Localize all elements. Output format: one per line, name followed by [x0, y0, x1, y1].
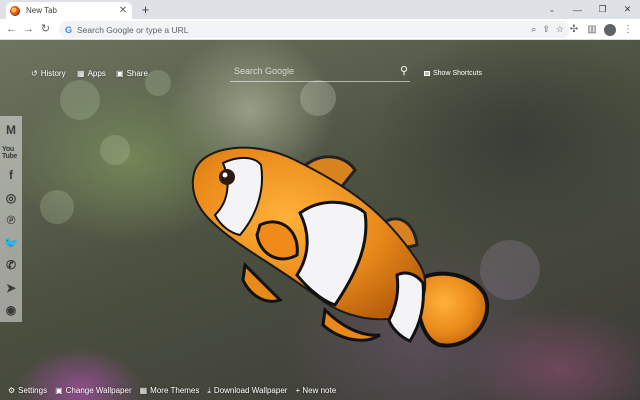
minimize-button[interactable]: — [565, 0, 590, 19]
gear-icon: ⚙ [8, 386, 16, 395]
history-button[interactable]: ↺ History [31, 69, 66, 78]
whatsapp-icon[interactable]: ✆ [2, 254, 20, 277]
zoom-search-icon[interactable]: ⌕ [531, 24, 536, 35]
history-clock-icon: ↺ [31, 69, 38, 78]
facebook-icon[interactable]: f [2, 164, 20, 187]
more-themes-button[interactable]: ▦ More Themes [140, 386, 200, 395]
history-label: History [40, 69, 66, 78]
image-icon: ▣ [55, 386, 63, 395]
reload-icon[interactable]: ↻ [38, 22, 53, 37]
tab-title: New Tab [26, 6, 57, 15]
google-search-input[interactable] [230, 62, 390, 80]
apps-label: Apps [87, 69, 106, 78]
forward-arrow-icon[interactable]: → [21, 22, 36, 37]
toolbar-right: ✣ ▥ ⋮ [568, 22, 634, 37]
gmail-icon[interactable]: M [2, 119, 20, 142]
omnibox-input[interactable] [77, 24, 458, 35]
pinterest-icon[interactable]: ℗ [2, 209, 20, 232]
close-window-button[interactable]: ✕ [615, 0, 640, 19]
profile-avatar-icon[interactable] [604, 23, 616, 36]
bokeh-light [300, 80, 336, 116]
apps-button[interactable]: ▦ Apps [77, 69, 106, 78]
new-note-button[interactable]: + New note [295, 386, 336, 395]
show-shortcuts-label: Show Shortcuts [433, 70, 483, 77]
change-wallpaper-label: Change Wallpaper [65, 386, 132, 395]
share-box-icon: ▣ [116, 69, 124, 78]
back-arrow-icon[interactable]: ← [4, 22, 19, 37]
new-tab-favicon-icon [10, 5, 20, 16]
side-panel-icon[interactable]: ▥ [586, 24, 598, 35]
tab-search-chevron-icon[interactable]: ⌄ [544, 0, 560, 19]
share-label: Share [126, 69, 148, 78]
download-wallpaper-button[interactable]: ⤓ Download Wallpaper [207, 386, 287, 396]
bokeh-light [100, 135, 130, 165]
menu-kebab-icon[interactable]: ⋮ [622, 24, 634, 35]
bokeh-light [40, 190, 74, 224]
download-icon: ⤓ [207, 385, 211, 395]
apps-grid-icon: ▦ [77, 69, 85, 78]
settings-label: Settings [18, 386, 48, 395]
shortcuts-box-icon [424, 71, 430, 76]
omnibox-actions: ⌕ ⇪ ☆ [531, 21, 564, 38]
bookmark-star-icon[interactable]: ☆ [556, 24, 564, 35]
show-shortcuts-button[interactable]: Show Shortcuts [424, 70, 482, 77]
search-icon[interactable]: ⚲ [400, 64, 408, 77]
restore-button[interactable]: ❐ [590, 0, 615, 19]
new-note-label: + New note [295, 386, 337, 395]
browser-toolbar: ← → ↻ G ⌕ ⇪ ☆ ✣ ▥ ⋮ [0, 19, 640, 40]
change-wallpaper-button[interactable]: ▣ Change Wallpaper [55, 386, 132, 395]
bokeh-light [145, 70, 171, 96]
omnibox[interactable]: G ⌕ ⇪ ☆ [59, 21, 570, 38]
clownfish-wallpaper [191, 146, 490, 348]
youtube-icon[interactable]: You Tube [2, 142, 20, 165]
new-tab-page: ↺ History ▦ Apps ▣ Share ⚲ Show Shortcut… [0, 40, 640, 400]
download-wallpaper-label: Download Wallpaper [213, 386, 288, 395]
share-button[interactable]: ▣ Share [116, 69, 148, 78]
more-themes-label: More Themes [150, 386, 200, 395]
new-tab-button[interactable]: + [138, 2, 153, 17]
tab-strip: New Tab ✕ + ⌄ — ❐ ✕ [0, 0, 640, 19]
extensions-puzzle-icon[interactable]: ✣ [568, 24, 580, 35]
google-g-icon: G [65, 24, 73, 35]
grid-icon: ▦ [139, 386, 148, 395]
settings-button[interactable]: ⚙ Settings [8, 386, 47, 395]
instagram-icon[interactable]: ◎ [2, 187, 20, 210]
share-icon[interactable]: ⇪ [542, 24, 550, 35]
telegram-icon[interactable]: ➤ [2, 277, 20, 300]
window-controls: — ❐ ✕ [565, 0, 640, 19]
tab-new-tab[interactable]: New Tab ✕ [6, 2, 132, 19]
twitter-icon[interactable]: 🐦 [2, 232, 20, 255]
bokeh-light [60, 80, 100, 120]
google-search-box: ⚲ [230, 62, 410, 82]
bottom-bar: ⚙ Settings ▣ Change Wallpaper ▦ More The… [0, 381, 640, 400]
tab-close-icon[interactable]: ✕ [118, 5, 128, 16]
social-sidebar: M You Tube f ◎ ℗ 🐦 ✆ ➤ ◉ [0, 116, 22, 322]
reddit-icon[interactable]: ◉ [2, 299, 20, 322]
